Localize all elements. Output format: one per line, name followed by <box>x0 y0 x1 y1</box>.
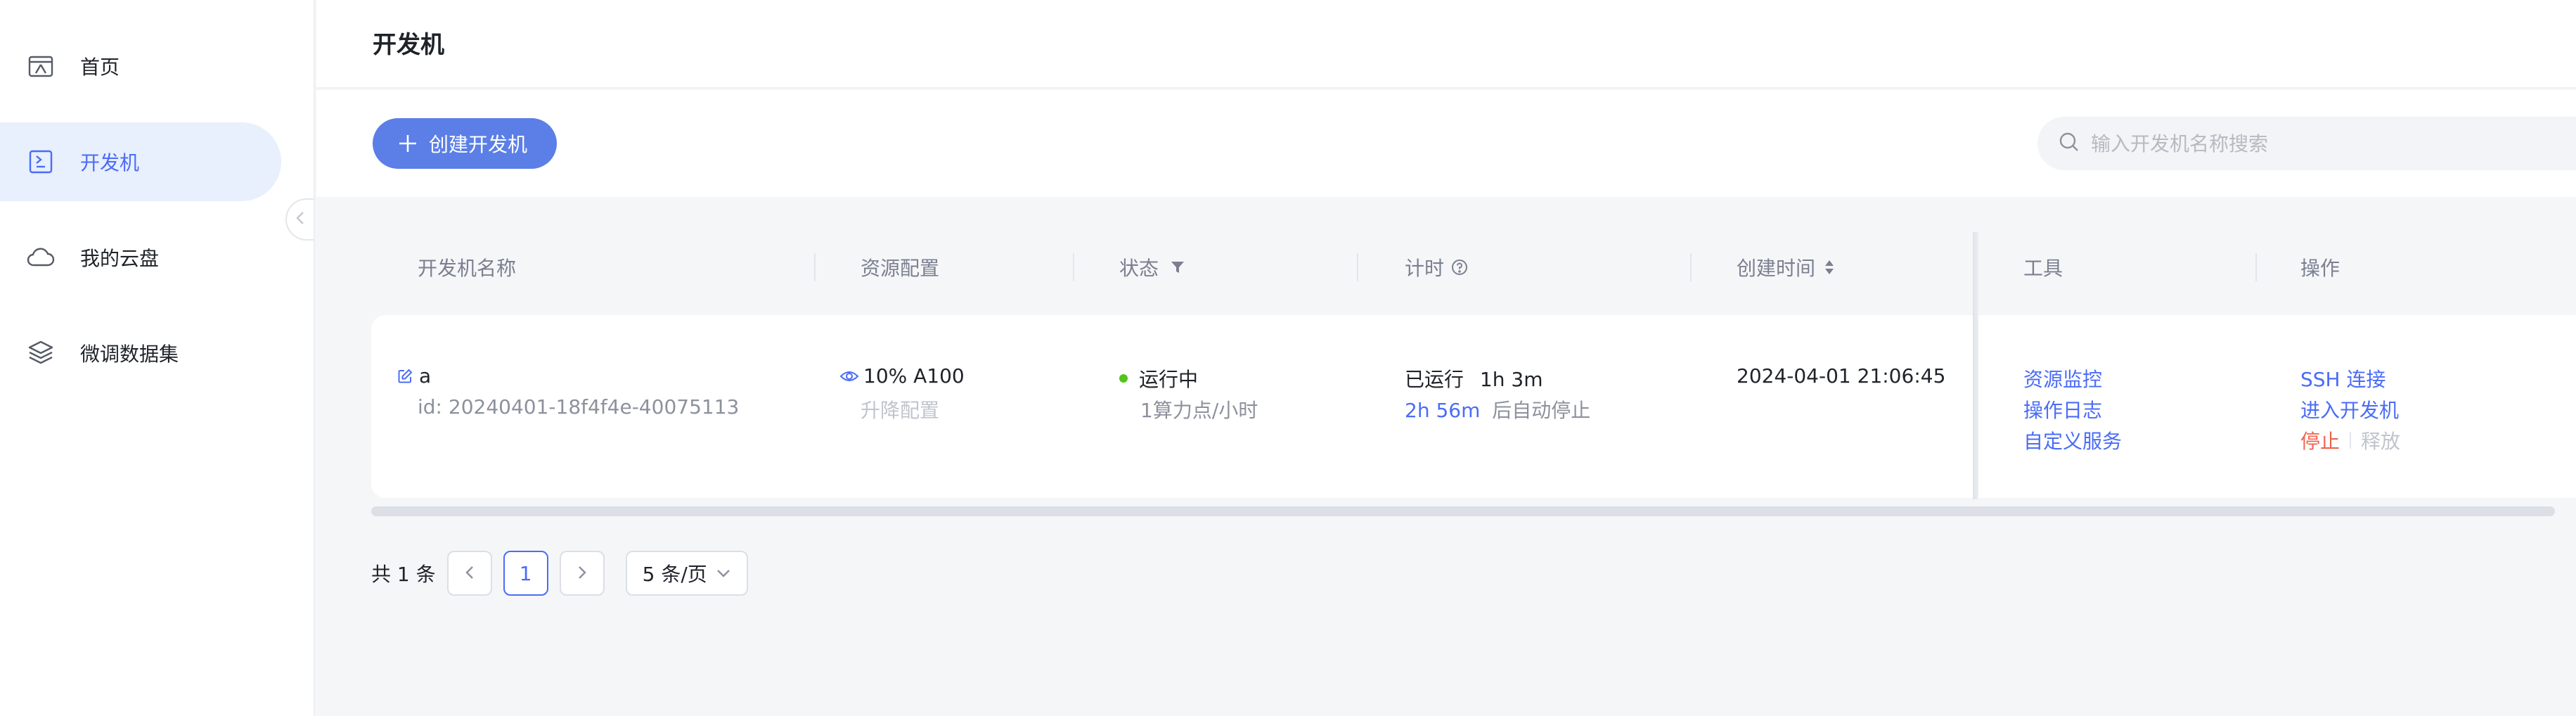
column-header-label: 计时 <box>1405 257 1445 280</box>
column-header-actions: 操作 <box>2300 253 2340 281</box>
column-header-label: 资源配置 <box>861 257 940 280</box>
column-divider <box>814 253 816 281</box>
auto-stop-time: 2h 56m <box>1405 399 1481 422</box>
column-header-label: 开发机名称 <box>418 257 517 280</box>
sidebar-item-label: 我的云盘 <box>80 247 160 270</box>
status-cost: 1算力点/小时 <box>1140 399 1258 422</box>
table-header: 开发机名称 资源配置 状态 计时 创建时间 工具 操作 <box>316 232 2576 302</box>
column-header-name: 开发机名称 <box>418 253 516 281</box>
auto-stop-suffix: 后自动停止 <box>1492 399 1591 422</box>
horizontal-scrollbar[interactable] <box>371 506 2555 516</box>
operation-log-link[interactable]: 操作日志 <box>2023 395 2102 423</box>
search-input[interactable] <box>2091 132 2569 155</box>
page-header: 开发机 <box>316 0 2576 89</box>
search-box <box>2037 117 2576 170</box>
auto-stop-info: 2h 56m 后自动停止 <box>1405 395 1590 423</box>
page-number-button[interactable]: 1 <box>503 551 548 596</box>
prev-page-button[interactable] <box>446 551 492 596</box>
page-size-select[interactable]: 5 条/页 <box>625 551 748 596</box>
sidebar-item-devbox[interactable]: 开发机 <box>0 122 281 201</box>
chevron-right-icon <box>577 562 587 585</box>
layers-icon <box>25 338 56 369</box>
devbox-name-cell: a <box>397 364 431 388</box>
sidebar-collapse-button[interactable] <box>285 198 314 241</box>
sidebar: 首页 开发机 我的云盘 微调数据集 <box>0 0 315 716</box>
eye-icon[interactable] <box>839 369 859 384</box>
runtime-cell: 已运行 1h 3m <box>1405 364 1543 392</box>
column-header-status: 状态 <box>1119 253 1185 281</box>
help-icon[interactable] <box>1451 259 1468 276</box>
filter-icon[interactable] <box>1170 260 1185 275</box>
status-dot <box>1119 374 1128 383</box>
sticky-column-shadow <box>1973 232 1978 499</box>
next-page-button[interactable] <box>559 551 605 596</box>
sidebar-item-label: 微调数据集 <box>80 343 179 366</box>
status-cell: 运行中 <box>1119 364 1198 392</box>
runtime-prefix: 已运行 <box>1405 368 1464 391</box>
sidebar-item-label: 开发机 <box>80 151 140 174</box>
column-header-resource: 资源配置 <box>861 253 939 281</box>
pagination: 共 1 条 1 5 条/页 <box>371 550 748 596</box>
column-header-label: 创建时间 <box>1737 257 1816 280</box>
column-divider <box>1073 253 1074 281</box>
create-devbox-button[interactable]: 创建开发机 <box>373 118 558 169</box>
ssh-connect-link[interactable]: SSH 连接 <box>2300 364 2386 392</box>
status-text: 运行中 <box>1139 368 1199 391</box>
home-icon <box>25 51 56 82</box>
sidebar-item-cloud-drive[interactable]: 我的云盘 <box>0 218 281 297</box>
release-button[interactable]: 释放 <box>2361 426 2400 454</box>
action-divider <box>2350 432 2352 449</box>
column-header-label: 操作 <box>2300 257 2340 280</box>
create-devbox-label: 创建开发机 <box>429 133 528 156</box>
stop-release-actions: 停止 释放 <box>2300 426 2400 454</box>
column-header-created: 创建时间 <box>1737 253 1835 281</box>
total-count: 共 1 条 <box>371 563 436 586</box>
column-header-label: 状态 <box>1119 257 1159 280</box>
search-icon <box>2059 132 2080 155</box>
chevron-down-icon <box>716 568 731 578</box>
column-divider <box>2255 253 2257 281</box>
resource-spec: 10% A100 <box>863 364 965 388</box>
sidebar-item-label: 首页 <box>80 56 120 79</box>
column-divider <box>1690 253 1692 281</box>
custom-service-link[interactable]: 自定义服务 <box>2023 426 2122 454</box>
plus-icon <box>398 134 418 153</box>
resource-cell: 10% A100 <box>839 364 965 388</box>
runtime-value: 1h 3m <box>1479 368 1543 391</box>
chevron-left-icon <box>295 210 305 229</box>
sidebar-item-finetune-dataset[interactable]: 微调数据集 <box>0 314 281 392</box>
toolbar: 创建开发机 <box>316 90 2576 197</box>
terminal-icon <box>25 146 56 177</box>
column-divider <box>1357 253 1358 281</box>
resize-config-link[interactable]: 升降配置 <box>861 395 939 423</box>
created-time: 2024-04-01 21:06:45 <box>1737 364 1946 388</box>
cloud-icon <box>25 242 56 273</box>
sort-icon[interactable] <box>1824 258 1835 276</box>
chevron-left-icon <box>465 562 475 585</box>
edit-icon[interactable] <box>397 368 413 385</box>
column-header-timer: 计时 <box>1405 253 1468 281</box>
resource-monitor-link[interactable]: 资源监控 <box>2023 364 2102 392</box>
sidebar-item-home[interactable]: 首页 <box>0 27 281 106</box>
column-header-tools: 工具 <box>2023 253 2063 281</box>
devbox-name: a <box>419 364 432 388</box>
page-size-value: 5 条/页 <box>642 563 707 586</box>
column-header-label: 工具 <box>2023 257 2063 280</box>
stop-button[interactable]: 停止 <box>2300 426 2340 454</box>
devbox-id: id: 20240401-18f4f4e-40075113 <box>418 395 740 418</box>
table-row: a id: 20240401-18f4f4e-40075113 10% A100… <box>371 315 2576 498</box>
enter-devbox-link[interactable]: 进入开发机 <box>2300 395 2399 423</box>
page-title: 开发机 <box>373 31 444 59</box>
